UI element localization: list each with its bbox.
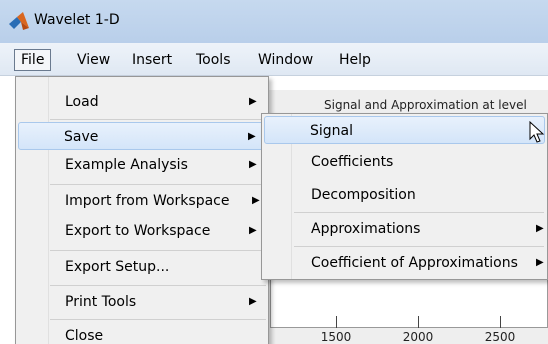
menu-separator	[50, 119, 266, 120]
menu-separator	[294, 212, 544, 213]
menu-item-label: Coefficients	[311, 154, 394, 170]
submenu-arrow-icon: ▶	[536, 257, 544, 268]
save-menu-item-coef-approximations[interactable]: Coefficient of Approximations ▶	[264, 249, 545, 277]
submenu-arrow-icon: ▶	[249, 225, 257, 236]
save-menu-item-approximations[interactable]: Approximations ▶	[264, 215, 545, 243]
menu-item-label: Decomposition	[311, 187, 416, 203]
save-menu-item-signal[interactable]: Signal	[264, 116, 545, 144]
menu-item-label: Export to Workspace	[65, 223, 211, 239]
menu-item-label: Close	[65, 328, 104, 344]
x-tick-label: 1500	[320, 330, 352, 344]
matlab-logo-icon	[9, 12, 29, 30]
file-menu-item-import-workspace[interactable]: Import from Workspace ▶	[18, 187, 266, 215]
menu-view[interactable]: View	[71, 49, 116, 71]
mouse-pointer-icon	[529, 121, 545, 143]
menu-insert[interactable]: Insert	[126, 49, 178, 71]
file-menu-item-load[interactable]: Load ▶	[18, 88, 266, 116]
menu-separator	[50, 285, 266, 286]
plot-title: Signal and Approximation at level	[324, 98, 527, 112]
menu-item-label: Print Tools	[65, 294, 137, 310]
menu-window[interactable]: Window	[252, 49, 319, 71]
window-title: Wavelet 1-D	[34, 12, 120, 28]
file-menu-dropdown: Load ▶ Save ▶ Example Analysis ▶ Import …	[15, 76, 269, 344]
menu-tools[interactable]: Tools	[190, 49, 237, 71]
submenu-arrow-icon: ▶	[249, 296, 257, 307]
submenu-arrow-icon: ▶	[248, 131, 256, 142]
menu-file[interactable]: File	[14, 49, 52, 71]
x-tick	[500, 316, 501, 328]
menu-item-label: Example Analysis	[65, 157, 188, 173]
file-menu-item-export-workspace[interactable]: Export to Workspace ▶	[18, 217, 266, 245]
menu-item-label: Approximations	[311, 221, 421, 237]
menu-separator	[50, 250, 266, 251]
menu-bar: File View Insert Tools Window Help	[0, 43, 548, 76]
file-menu-item-save[interactable]: Save ▶	[18, 122, 266, 150]
menu-separator	[50, 184, 266, 185]
menu-help[interactable]: Help	[333, 49, 377, 71]
menu-item-label: Save	[64, 129, 99, 145]
menu-item-label: Coefficient of Approximations	[311, 255, 518, 271]
menu-item-label: Signal	[310, 123, 354, 139]
file-menu-item-export-setup[interactable]: Export Setup...	[18, 253, 266, 281]
file-menu-item-example-analysis[interactable]: Example Analysis ▶	[18, 151, 266, 179]
save-submenu-dropdown: Signal Coefficients Decomposition Approx…	[261, 113, 548, 280]
x-tick-label: 2000	[402, 330, 434, 344]
menu-item-label: Load	[65, 94, 99, 110]
title-bar: Wavelet 1-D	[0, 0, 548, 43]
menu-separator	[50, 319, 266, 320]
menu-separator	[294, 246, 544, 247]
file-menu-item-print-tools[interactable]: Print Tools ▶	[18, 288, 266, 316]
x-tick	[336, 316, 337, 328]
menu-item-label: Export Setup...	[65, 259, 170, 275]
submenu-arrow-icon: ▶	[252, 195, 260, 206]
x-tick-label: 2500	[484, 330, 516, 344]
submenu-arrow-icon: ▶	[536, 223, 544, 234]
file-menu-item-close[interactable]: Close	[18, 322, 266, 344]
menu-item-label: Import from Workspace	[65, 193, 230, 209]
submenu-arrow-icon: ▶	[249, 96, 257, 107]
save-menu-item-coefficients[interactable]: Coefficients	[264, 148, 545, 176]
save-menu-item-decomposition[interactable]: Decomposition	[264, 181, 545, 209]
x-tick	[418, 316, 419, 328]
submenu-arrow-icon: ▶	[249, 159, 257, 170]
